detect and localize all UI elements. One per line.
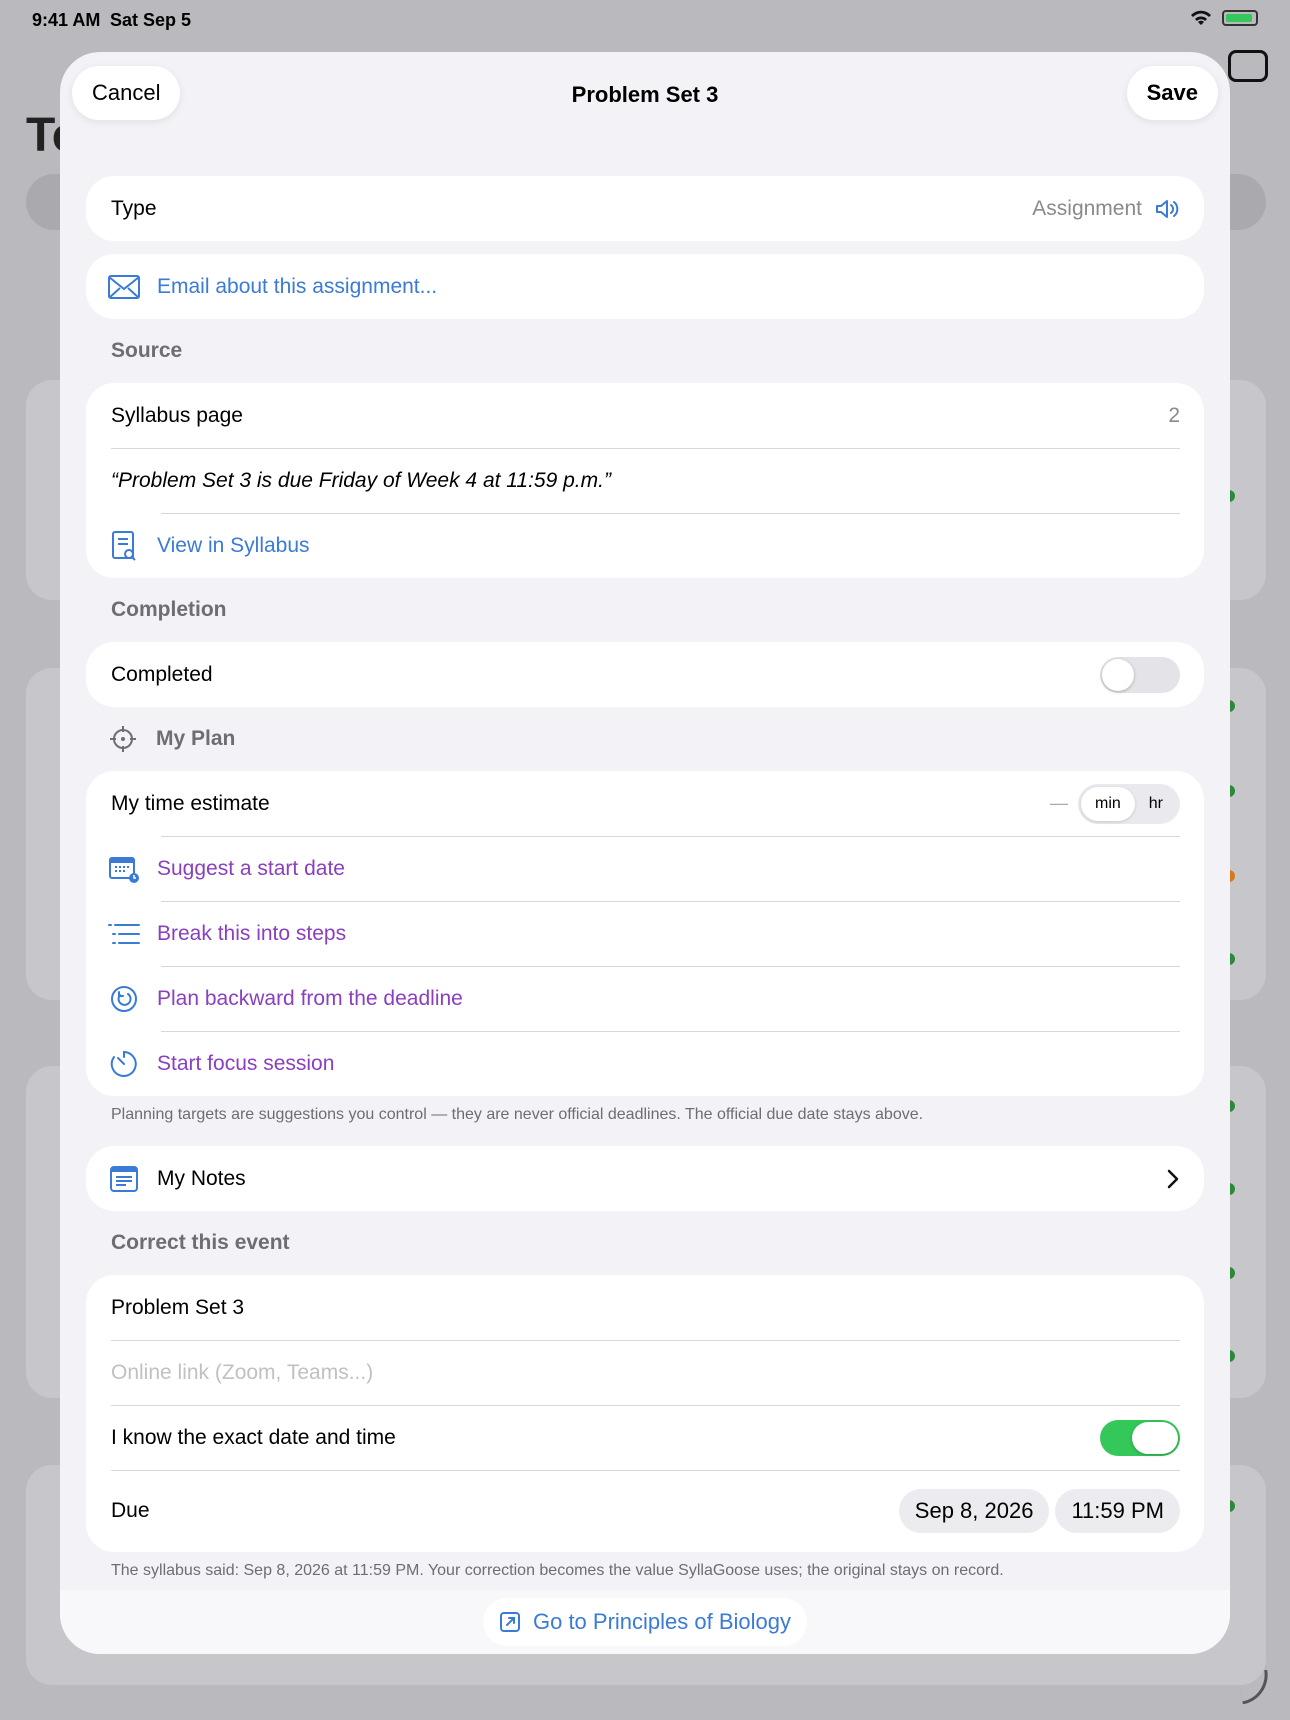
exact-date-toggle[interactable] xyxy=(1100,1419,1180,1456)
completed-toggle[interactable] xyxy=(1100,656,1180,693)
external-link-icon xyxy=(499,1612,520,1632)
plan-backward-link[interactable]: Plan backward from the deadline xyxy=(157,987,1180,1011)
correct-group: Problem Set 3 Online link (Zoom, Teams..… xyxy=(86,1275,1204,1552)
time-estimate-label: My time estimate xyxy=(111,791,270,815)
start-focus-session-link[interactable]: Start focus session xyxy=(157,1052,1180,1076)
time-estimate-value[interactable]: — xyxy=(1050,793,1068,814)
type-value: Assignment xyxy=(1032,196,1142,220)
sheet-content: Type Assignment Email about this assignm… xyxy=(86,176,1204,1602)
time-unit-picker: min hr xyxy=(1077,783,1180,824)
online-link-row[interactable]: Online link (Zoom, Teams...) xyxy=(86,1340,1204,1405)
unit-min[interactable]: min xyxy=(1080,786,1135,821)
plan-backward-row[interactable]: Plan backward from the deadline xyxy=(86,966,1204,1031)
suggest-start-row[interactable]: Suggest a start date xyxy=(86,836,1204,901)
completion-group: Completed xyxy=(86,642,1204,707)
target-icon xyxy=(110,726,136,752)
clock-arrow-back-icon xyxy=(107,982,141,1016)
plan-group: My time estimate — min hr Suggest a star… xyxy=(86,771,1204,1096)
type-label: Type xyxy=(111,196,157,220)
plan-footnote: Planning targets are suggestions you con… xyxy=(111,1106,924,1123)
battery-icon xyxy=(1222,10,1258,26)
syllabus-page-label: Syllabus page xyxy=(111,403,243,427)
time-estimate-row: My time estimate — min hr xyxy=(86,771,1204,836)
sheet-title: Problem Set 3 xyxy=(571,82,719,107)
suggest-start-date-link[interactable]: Suggest a start date xyxy=(157,857,1180,881)
break-into-steps-link[interactable]: Break this into steps xyxy=(157,922,1180,946)
correct-header: Correct this event xyxy=(111,1231,290,1254)
event-title-field[interactable]: Problem Set 3 xyxy=(111,1296,1180,1320)
speaker-icon[interactable] xyxy=(1154,198,1180,220)
list-icon xyxy=(107,917,141,951)
bottom-bar: Go to Principles of Biology xyxy=(60,1590,1230,1654)
exact-date-row: I know the exact date and time xyxy=(86,1405,1204,1470)
type-row[interactable]: Type Assignment xyxy=(86,176,1204,241)
notes-icon xyxy=(107,1162,141,1196)
completion-header: Completion xyxy=(111,598,227,621)
calendar-clock-icon xyxy=(107,852,141,886)
edit-event-sheet: Cancel Problem Set 3 Save Type Assignmen… xyxy=(60,52,1230,1654)
status-icons xyxy=(1190,10,1258,26)
status-bar: 9:41 AM Sat Sep 5 xyxy=(0,0,1290,42)
due-time-picker[interactable]: 11:59 PM xyxy=(1055,1489,1180,1533)
source-group: Syllabus page 2 “Problem Set 3 is due Fr… xyxy=(86,383,1204,578)
my-notes-row[interactable]: My Notes xyxy=(86,1146,1204,1211)
focus-session-row[interactable]: Start focus session xyxy=(86,1031,1204,1096)
status-time: 9:41 AM xyxy=(32,10,101,30)
title-row[interactable]: Problem Set 3 xyxy=(86,1275,1204,1340)
email-row[interactable]: Email about this assignment... xyxy=(86,254,1204,319)
due-date-picker[interactable]: Sep 8, 2026 xyxy=(898,1489,1050,1533)
wifi-icon xyxy=(1191,10,1211,25)
email-group: Email about this assignment... xyxy=(86,254,1204,319)
view-syllabus-row[interactable]: View in Syllabus xyxy=(86,513,1204,578)
status-date: Sat Sep 5 xyxy=(110,10,192,30)
due-row: Due Sep 8, 2026 11:59 PM xyxy=(86,1470,1204,1552)
online-link-input[interactable]: Online link (Zoom, Teams...) xyxy=(111,1361,1180,1385)
my-notes-label: My Notes xyxy=(157,1166,246,1190)
notes-group: My Notes xyxy=(86,1146,1204,1211)
chevron-right-icon xyxy=(1167,1169,1179,1188)
due-label: Due xyxy=(111,1499,150,1522)
save-button[interactable]: Save xyxy=(1126,66,1218,120)
completed-label: Completed xyxy=(111,662,213,686)
source-header: Source xyxy=(111,339,183,362)
unit-hr[interactable]: hr xyxy=(1135,787,1177,821)
completed-row: Completed xyxy=(86,642,1204,707)
syllabus-page-row: Syllabus page 2 xyxy=(86,383,1204,448)
my-plan-label: My Plan xyxy=(156,727,236,750)
go-to-course-label: Go to Principles of Biology xyxy=(532,1609,792,1634)
document-search-icon xyxy=(107,529,141,563)
timer-icon xyxy=(107,1047,141,1081)
syllabus-quote: “Problem Set 3 is due Friday of Week 4 a… xyxy=(111,468,611,492)
email-link[interactable]: Email about this assignment... xyxy=(157,275,1180,299)
syllabus-page-value: 2 xyxy=(1168,403,1180,427)
my-plan-header: My Plan xyxy=(86,707,1204,771)
sheet-header: Cancel Problem Set 3 Save xyxy=(60,52,1230,182)
home-indicator xyxy=(1237,1669,1273,1705)
syllabus-quote-row: “Problem Set 3 is due Friday of Week 4 a… xyxy=(86,448,1204,513)
break-steps-row[interactable]: Break this into steps xyxy=(86,901,1204,966)
type-group: Type Assignment xyxy=(86,176,1204,241)
exact-date-label: I know the exact date and time xyxy=(111,1425,396,1449)
view-in-syllabus-link[interactable]: View in Syllabus xyxy=(157,534,1180,558)
envelope-icon xyxy=(107,270,141,304)
feedback-icon[interactable] xyxy=(1228,50,1268,82)
go-to-course-button[interactable]: Go to Principles of Biology xyxy=(482,1598,808,1646)
